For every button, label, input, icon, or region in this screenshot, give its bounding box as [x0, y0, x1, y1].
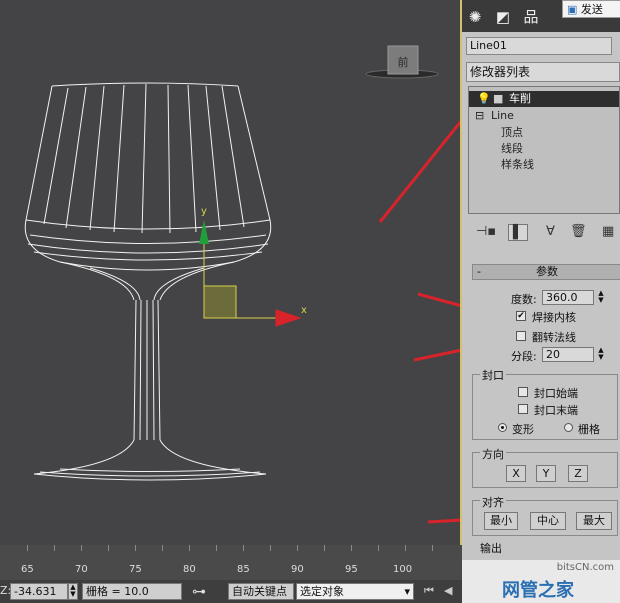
- segments-spinner-arrows[interactable]: ▲ ▼: [596, 347, 606, 362]
- viewport-front[interactable]: 前 y x: [0, 0, 462, 545]
- direction-x-button[interactable]: X: [506, 465, 526, 482]
- modifier-stack[interactable]: 💡 ■ 车削 ⊟ Line 顶点 线段 样条线: [468, 86, 620, 214]
- align-title: 对齐: [480, 494, 506, 510]
- watermark: bitsCN.com 网管之家: [462, 560, 620, 603]
- z-coordinate-field[interactable]: -34.631: [10, 583, 68, 600]
- axis-x-label: x: [301, 305, 307, 316]
- axis-y-label: y: [201, 206, 207, 217]
- cap-start-label: 封口始端: [534, 387, 578, 400]
- remove-modifier-icon[interactable]: 🗑: [570, 224, 587, 239]
- grid-radio[interactable]: [564, 423, 573, 432]
- grid-size-field: 栅格 = 10.0: [82, 583, 182, 600]
- send-button-label: 发送: [580, 3, 603, 16]
- direction-z-button[interactable]: Z: [568, 465, 588, 482]
- stack-item-spline[interactable]: 样条线: [501, 156, 534, 172]
- configure-sets-icon[interactable]: ▦: [602, 224, 614, 239]
- stack-item-line[interactable]: Line: [491, 109, 514, 122]
- align-min-button[interactable]: 最小: [484, 512, 518, 530]
- modify-icon[interactable]: ◩: [492, 6, 514, 28]
- direction-title: 方向: [480, 446, 506, 462]
- expand-icon[interactable]: ⊟: [475, 109, 484, 122]
- object-name-field[interactable]: Line01: [466, 37, 612, 55]
- degrees-spinner[interactable]: 360.0: [542, 290, 594, 305]
- z-spinner-arrows[interactable]: ▲ ▼: [68, 583, 78, 600]
- stack-item-lathe-label: 车削: [509, 92, 531, 105]
- align-max-button[interactable]: 最大: [576, 512, 612, 530]
- send-icon: ▣: [567, 3, 578, 16]
- selection-dropdown[interactable]: 选定对象 ▾: [296, 583, 414, 600]
- auto-key-button[interactable]: 自动关键点: [228, 583, 294, 600]
- tick-label: 100: [393, 564, 413, 575]
- parameters-rollout-header[interactable]: - 参数: [472, 264, 620, 280]
- degrees-label: 度数:: [511, 293, 537, 306]
- segments-label: 分段:: [511, 350, 537, 363]
- watermark-name: 网管之家: [502, 580, 574, 601]
- tick-label: 75: [129, 564, 142, 575]
- transform-gizmo[interactable]: [199, 220, 296, 319]
- show-end-result-icon[interactable]: ▌: [508, 224, 528, 241]
- flip-normals-checkbox[interactable]: [516, 331, 526, 341]
- timeline-ruler[interactable]: 65 70 75 80 85 90 95 100: [0, 545, 462, 580]
- degrees-spinner-arrows[interactable]: ▲ ▼: [596, 290, 606, 305]
- weld-core-checkbox[interactable]: ✔: [516, 311, 526, 321]
- send-button[interactable]: ▣ 发送: [562, 0, 620, 18]
- modifier-toggle-icon: ■: [493, 92, 504, 105]
- wineglass-wireframe: [24, 82, 272, 481]
- cap-end-label: 封口末端: [534, 404, 578, 417]
- stack-item-segment[interactable]: 线段: [501, 140, 523, 156]
- tick-label: 90: [291, 564, 304, 575]
- previous-frame-icon[interactable]: ◀: [444, 584, 452, 597]
- bulb-icon: 💡: [477, 92, 491, 105]
- command-panel: ✺ ◩ 品 ○ ▣ 发送 Line01 修改器列表 💡 ■ 车削 ⊟ Line …: [462, 0, 620, 603]
- annotation-arrows: [275, 120, 460, 524]
- hierarchy-icon[interactable]: 品: [520, 6, 542, 28]
- segments-spinner[interactable]: 20: [542, 347, 594, 362]
- panel-tabbar: ✺ ◩ 品 ○ ▣ 发送: [462, 0, 620, 32]
- weld-core-label: 焊接内核: [532, 311, 576, 324]
- output-title: 输出: [480, 542, 502, 555]
- modifier-list-dropdown[interactable]: 修改器列表: [466, 62, 620, 82]
- tick-label: 85: [237, 564, 250, 575]
- viewport-canvas[interactable]: 前 y x: [0, 0, 460, 545]
- selection-value: 选定对象: [300, 585, 344, 598]
- tick-label: 95: [345, 564, 358, 575]
- pin-stack-icon[interactable]: ⊣▪: [476, 224, 496, 239]
- object-name-value: Line01: [470, 39, 507, 52]
- stack-item-vertex[interactable]: 顶点: [501, 124, 523, 140]
- make-unique-icon[interactable]: ∀: [546, 224, 555, 239]
- watermark-site: bitsCN.com: [556, 562, 614, 573]
- cap-start-checkbox[interactable]: [518, 387, 528, 397]
- align-center-button[interactable]: 中心: [530, 512, 566, 530]
- morph-label: 变形: [512, 423, 534, 436]
- tick-label: 80: [183, 564, 196, 575]
- stack-item-lathe[interactable]: 💡 ■ 车削: [469, 91, 619, 107]
- chevron-down-icon: ▾: [404, 585, 410, 598]
- direction-y-button[interactable]: Y: [536, 465, 556, 482]
- morph-radio[interactable]: [498, 423, 507, 432]
- go-to-start-icon[interactable]: ⏮: [424, 584, 434, 598]
- grid-label: 栅格: [578, 423, 600, 436]
- collapse-icon: -: [477, 265, 481, 278]
- view-cube-label: 前: [398, 55, 409, 69]
- create-icon[interactable]: ✺: [464, 6, 486, 28]
- modifier-list-label: 修改器列表: [470, 65, 531, 79]
- cap-end-checkbox[interactable]: [518, 404, 528, 414]
- flip-normals-label: 翻转法线: [532, 331, 576, 344]
- key-icon: ⊶: [192, 584, 206, 600]
- capping-title: 封口: [480, 367, 506, 383]
- tick-label: 70: [75, 564, 88, 575]
- status-bar: Z: -34.631 ▲ ▼ 栅格 = 10.0 ⊶ 自动关键点 选定对象 ▾ ⏮ …: [0, 580, 462, 603]
- tick-label: 65: [21, 564, 34, 575]
- parameters-title: 参数: [536, 265, 558, 278]
